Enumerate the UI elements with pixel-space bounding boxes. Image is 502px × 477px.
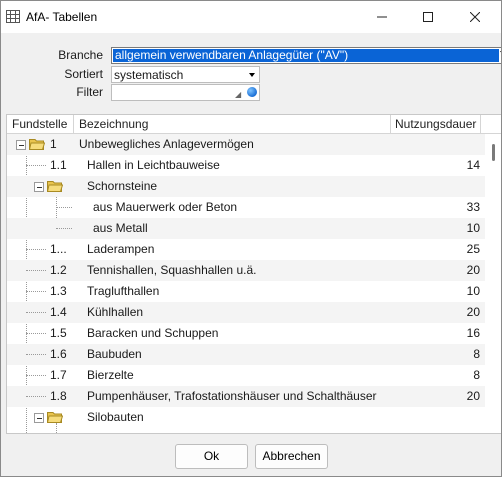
table-row[interactable]: 1.5 Baracken und Schuppen 16 (7, 323, 485, 344)
close-icon (469, 11, 481, 23)
row-code: 1.2 (50, 263, 67, 277)
tree-line (26, 165, 46, 166)
table-row[interactable]: 1.7 Bierzelte 8 (7, 365, 485, 386)
tree-line (56, 207, 72, 208)
ok-button[interactable]: Ok (175, 444, 248, 469)
tree-line (26, 396, 46, 397)
row-code: 1.3 (50, 284, 67, 298)
cancel-button[interactable]: Abbrechen (255, 444, 328, 469)
sortiert-select[interactable]: systematisch (111, 66, 260, 83)
row-code: 1.4 (50, 305, 67, 319)
table-row[interactable]: Silobauten (7, 407, 485, 428)
folder-open-icon (29, 139, 45, 150)
row-value: 16 (466, 326, 480, 340)
tree-line (26, 354, 46, 355)
tree-line (26, 333, 46, 334)
globe-go-icon[interactable] (247, 87, 257, 97)
row-label: Kühlhallen (87, 305, 144, 319)
folder-open-icon (47, 181, 63, 192)
chevron-down-icon[interactable] (246, 68, 258, 81)
header-bezeichnung[interactable]: Bezeichnung (79, 115, 148, 133)
table-row[interactable]: 1.8 Pumpenhäuser, Trafostationshäuser un… (7, 386, 485, 407)
table-row[interactable]: aus Mauerwerk oder Beton 33 (7, 197, 485, 218)
row-code: 1 (50, 137, 57, 151)
table-row[interactable]: 1... Laderampen 25 (7, 239, 485, 260)
branche-selected-value: allgemein verwendbaren Anlagegüter ("AV"… (113, 49, 499, 62)
row-label: aus Metall (93, 221, 148, 235)
tree-line (26, 270, 46, 271)
row-label: aus Mauerwerk oder Beton (93, 200, 238, 214)
table-row[interactable]: aus Metall 10 (7, 218, 485, 239)
row-code: 1... (50, 242, 67, 256)
row-label: Silobauten (87, 410, 144, 424)
row-value: 8 (473, 368, 480, 382)
sortiert-label: Sortiert (64, 67, 103, 81)
tree-line (56, 228, 72, 229)
column-divider[interactable] (390, 115, 391, 133)
close-button[interactable] (452, 1, 498, 33)
row-label: Unbewegliches Anlagevermögen (79, 137, 254, 151)
table-header: Fundstelle Bezeichnung Nutzungsdauer (7, 115, 501, 134)
row-value: 20 (466, 389, 480, 403)
row-label: Traglufthallen (87, 284, 160, 298)
table-row[interactable]: 1.3 Traglufthallen 10 (7, 281, 485, 302)
row-code: 1.6 (50, 347, 67, 361)
column-divider[interactable] (480, 115, 481, 133)
maximize-icon (423, 12, 433, 22)
minimize-button[interactable] (359, 1, 405, 33)
tree-line (26, 249, 46, 250)
resize-grip-icon: ◢ (235, 90, 242, 99)
row-label: Baubuden (87, 347, 142, 361)
sortiert-selected-value: systematisch (114, 68, 184, 82)
row-code: 1.1 (50, 158, 67, 172)
row-value: 20 (466, 305, 480, 319)
minimize-icon (377, 16, 387, 18)
afa-tabellen-dialog: AfA- Tabellen Branche allgemein verwendb… (0, 0, 502, 477)
row-value: 33 (466, 200, 480, 214)
table-row[interactable]: 1.1 Hallen in Leichtbauweise 14 (7, 155, 485, 176)
branche-select[interactable]: allgemein verwendbaren Anlagegüter ("AV"… (111, 47, 501, 64)
row-label: Tennishallen, Squashhallen u.ä. (87, 263, 257, 277)
row-value: 20 (466, 263, 480, 277)
tree-line (26, 291, 46, 292)
row-label: Baracken und Schuppen (87, 326, 219, 340)
row-value: 25 (466, 242, 480, 256)
maximize-button[interactable] (405, 1, 451, 33)
row-code: 1.5 (50, 326, 67, 340)
scrollbar-thumb[interactable] (492, 144, 495, 161)
row-code: 1.8 (50, 389, 67, 403)
afa-table: Fundstelle Bezeichnung Nutzungsdauer 1 U… (6, 114, 501, 434)
row-value: 14 (466, 158, 480, 172)
row-label: Hallen in Leichtbauweise (87, 158, 220, 172)
folder-open-icon (47, 412, 63, 423)
header-fundstelle[interactable]: Fundstelle (12, 115, 67, 133)
row-label: Laderampen (87, 242, 155, 256)
table-row[interactable]: 1.2 Tennishallen, Squashhallen u.ä. 20 (7, 260, 485, 281)
row-code: 1.7 (50, 368, 67, 382)
tree-line (26, 312, 46, 313)
row-label: Pumpenhäuser, Trafostationshäuser und Sc… (87, 389, 377, 403)
collapse-toggle[interactable] (16, 140, 26, 150)
header-nutzungsdauer[interactable]: Nutzungsdauer (395, 115, 476, 133)
collapse-toggle[interactable] (34, 182, 44, 192)
row-label: Schornsteine (87, 179, 158, 193)
filter-input[interactable]: ◢ (111, 84, 260, 101)
table-row[interactable]: 1 Unbewegliches Anlagevermögen (7, 134, 485, 155)
tree-line (26, 375, 46, 376)
column-divider[interactable] (73, 115, 74, 133)
table-row[interactable]: 1.4 Kühlhallen 20 (7, 302, 485, 323)
table-row[interactable]: 1.6 Baubuden 8 (7, 344, 485, 365)
row-value: 8 (473, 347, 480, 361)
filter-label: Filter (76, 85, 103, 99)
table-grid-icon (6, 10, 20, 23)
title-bar: AfA- Tabellen (1, 1, 501, 33)
table-row[interactable]: Schornsteine (7, 176, 485, 197)
collapse-toggle[interactable] (34, 413, 44, 423)
window-title: AfA- Tabellen (26, 10, 98, 24)
vertical-scrollbar[interactable] (485, 134, 501, 433)
row-value: 10 (466, 221, 480, 235)
branche-label: Branche (58, 48, 103, 62)
row-value: 10 (466, 284, 480, 298)
row-label: Bierzelte (87, 368, 134, 382)
